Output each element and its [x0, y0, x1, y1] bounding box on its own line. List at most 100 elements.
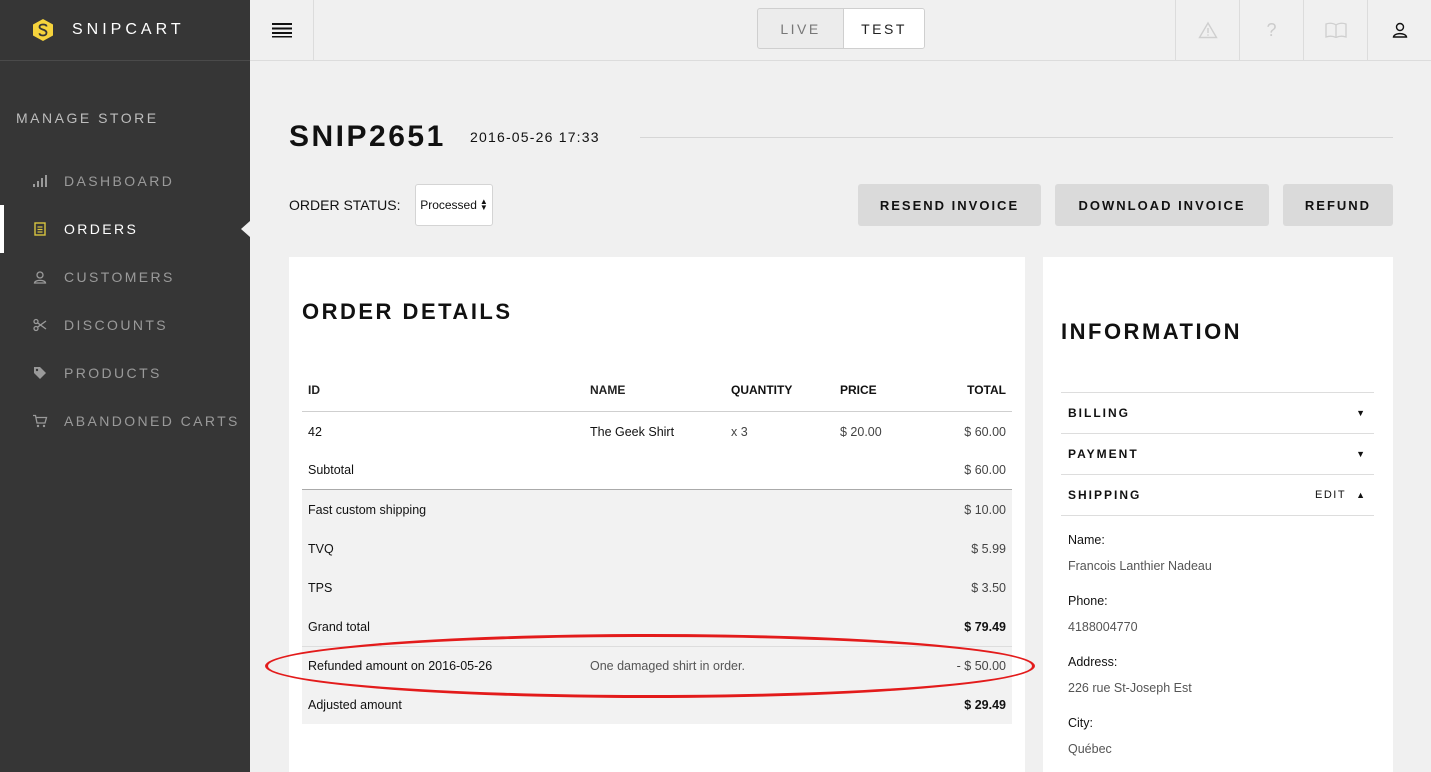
information-title: INFORMATION [1061, 319, 1243, 344]
caret-up-icon: ▲ [1356, 490, 1367, 500]
sidebar-item-customers[interactable]: CUSTOMERS [0, 253, 250, 301]
menu-button[interactable] [250, 0, 314, 60]
column-header-price: PRICE [840, 382, 877, 397]
adjusted-value: $ 29.49 [964, 697, 1006, 712]
resend-invoice-button[interactable]: RESEND INVOICE [858, 184, 1041, 226]
adjusted-row: Adjusted amount $ 29.49 [302, 685, 1012, 724]
name-label: Name: [1068, 533, 1105, 547]
item-total: $ 60.00 [964, 424, 1006, 439]
order-status-label: ORDER STATUS: [289, 197, 401, 213]
snipcart-logo-icon [33, 19, 53, 41]
city-value: Québec [1068, 742, 1112, 756]
sidebar-item-label: ORDERS [64, 221, 139, 237]
adjusted-label: Adjusted amount [308, 697, 402, 712]
account-icon [1392, 22, 1407, 38]
order-details-card: ORDER DETAILS ID NAME QUANTITY PRICE TOT… [289, 257, 1025, 772]
help-button[interactable]: ? [1239, 0, 1303, 60]
sidebar-item-label: CUSTOMERS [64, 269, 175, 285]
information-card: INFORMATION BILLING ▼ PAYMENT ▼ SHIPPING… [1043, 257, 1393, 772]
name-value: Francois Lanthier Nadeau [1068, 559, 1212, 573]
shipping-row: Fast custom shipping $ 10.00 [302, 490, 1012, 529]
table-header: ID NAME QUANTITY PRICE TOTAL [302, 368, 1012, 412]
warning-icon [1197, 21, 1218, 39]
download-invoice-button[interactable]: DOWNLOAD INVOICE [1055, 184, 1269, 226]
subtotal-row: Subtotal $ 60.00 [302, 451, 1012, 490]
sidebar-item-orders[interactable]: ORDERS [0, 205, 250, 253]
tps-row: TPS $ 3.50 [302, 568, 1012, 607]
address-label: Address: [1068, 655, 1118, 669]
order-status-select[interactable]: Processed ▲ ▼ [415, 184, 493, 226]
caret-down-icon: ▼ [1356, 449, 1367, 459]
column-header-id: ID [308, 382, 320, 397]
shipping-actions: EDIT ▲ [1315, 489, 1367, 501]
item-price: $ 20.00 [840, 424, 882, 439]
billing-toggle[interactable]: BILLING ▼ [1061, 393, 1374, 434]
shipping-label: Fast custom shipping [308, 502, 427, 517]
hamburger-icon [271, 23, 292, 38]
shipping-edit-link[interactable]: EDIT [1315, 489, 1346, 501]
shipping-value: $ 10.00 [964, 502, 1006, 517]
tps-label: TPS [308, 580, 333, 595]
subtotal-value: $ 60.00 [964, 463, 1006, 477]
tvq-row: TVQ $ 5.99 [302, 529, 1012, 568]
tag-icon [32, 365, 48, 381]
cart-icon [32, 413, 48, 429]
column-header-total: TOTAL [967, 382, 1006, 397]
brand-name: SNIPCART [72, 21, 185, 38]
manage-store-title: MANAGE STORE [16, 110, 159, 126]
grand-total-row: Grand total $ 79.49 [302, 607, 1012, 646]
order-details-table: ID NAME QUANTITY PRICE TOTAL 42 The Geek… [302, 368, 1012, 724]
refund-value: - $ 50.00 [956, 659, 1006, 673]
tps-value: $ 3.50 [971, 580, 1006, 595]
sidebar-item-discounts[interactable]: DISCOUNTS [0, 301, 250, 349]
refund-label: Refunded amount on 2016-05-26 [308, 659, 493, 673]
subtotal-label: Subtotal [308, 463, 354, 477]
tvq-value: $ 5.99 [971, 541, 1006, 556]
account-button[interactable] [1367, 0, 1431, 60]
sidebar-item-label: DASHBOARD [64, 173, 175, 189]
payment-toggle[interactable]: PAYMENT ▼ [1061, 434, 1374, 475]
topbar-icons: ? [1175, 0, 1431, 60]
sidebar-item-dashboard[interactable]: DASHBOARD [0, 157, 250, 205]
warning-button[interactable] [1175, 0, 1239, 60]
select-arrows-icon: ▲ ▼ [479, 197, 488, 212]
caret-down-icon: ▼ [1356, 408, 1367, 418]
user-icon [32, 269, 48, 285]
column-header-name: NAME [590, 382, 626, 397]
title-divider [640, 137, 1393, 138]
environment-switch: LIVE TEST [757, 8, 925, 49]
phone-label: Phone: [1068, 594, 1108, 608]
help-icon: ? [1266, 19, 1277, 40]
sidebar-item-label: PRODUCTS [64, 365, 162, 381]
order-number: SNIP2651 [289, 120, 446, 153]
table-row: 42 The Geek Shirt x 3 $ 20.00 $ 60.00 [302, 412, 1012, 451]
topbar: LIVE TEST ? [250, 0, 1431, 61]
payment-label: PAYMENT [1068, 447, 1139, 461]
sidebar-item-label: ABANDONED CARTS [64, 413, 240, 429]
city-label: City: [1068, 716, 1093, 730]
shipping-fields: Name: Francois Lanthier Nadeau Phone: 41… [1068, 533, 1212, 772]
brand[interactable]: SNIPCART [0, 0, 250, 61]
column-header-quantity: QUANTITY [731, 382, 793, 397]
grand-total-label: Grand total [308, 619, 370, 634]
env-live-option[interactable]: LIVE [758, 9, 843, 48]
item-quantity: x 3 [731, 424, 748, 439]
scissors-icon [32, 317, 48, 333]
book-icon [1324, 22, 1347, 38]
grand-total-value: $ 79.49 [964, 619, 1006, 634]
address-value: 226 rue St-Joseph Est [1068, 681, 1192, 695]
shipping-toggle[interactable]: SHIPPING EDIT ▲ [1061, 475, 1374, 516]
sidebar-item-abandoned-carts[interactable]: ABANDONED CARTS [0, 397, 250, 445]
refund-button[interactable]: REFUND [1283, 184, 1393, 226]
sidebar-item-products[interactable]: PRODUCTS [0, 349, 250, 397]
receipt-icon [32, 221, 48, 237]
tvq-label: TVQ [308, 541, 334, 556]
refund-note: One damaged shirt in order. [590, 659, 745, 673]
bar-chart-icon [32, 173, 48, 189]
phone-value: 4188004770 [1068, 620, 1138, 634]
item-name: The Geek Shirt [590, 424, 675, 439]
sidebar: SNIPCART MANAGE STORE DASHBOARD ORDERS C… [0, 0, 250, 772]
docs-button[interactable] [1303, 0, 1367, 60]
order-date: 2016-05-26 17:33 [470, 129, 600, 145]
env-test-option[interactable]: TEST [843, 9, 924, 48]
